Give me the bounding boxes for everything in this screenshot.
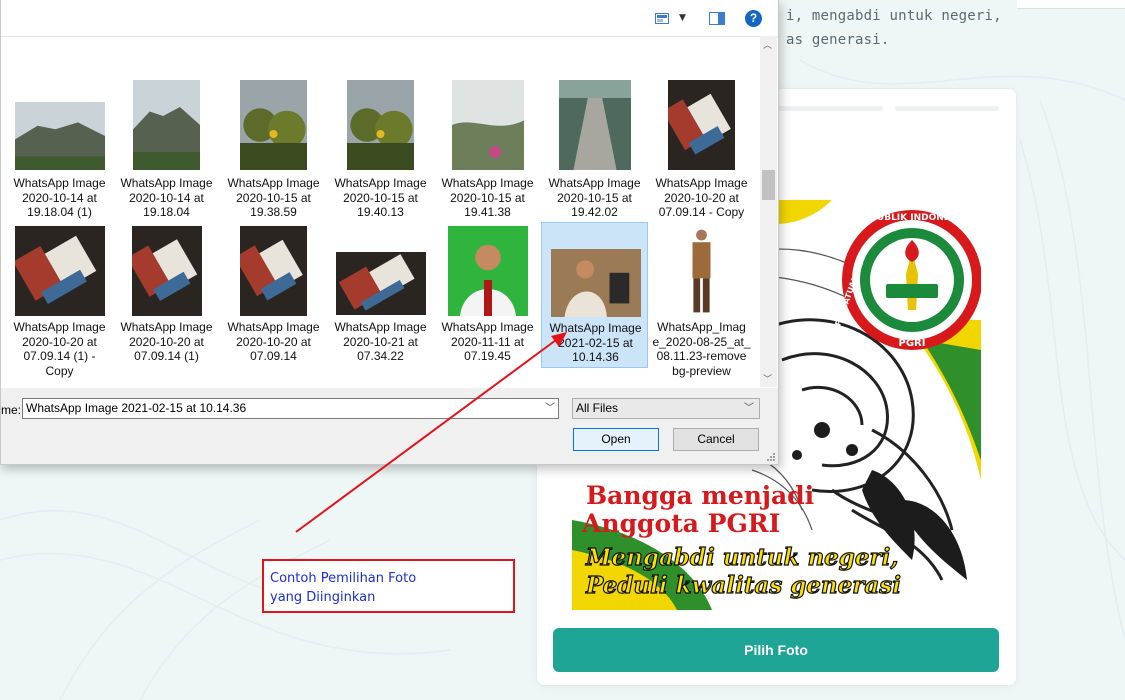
bg-intro-text-1: i, mengabdi untuk negeri,	[786, 8, 1002, 24]
file-name-label: me:	[1, 403, 22, 417]
photo-thumbnail-icon	[451, 80, 524, 170]
file-item-label: WhatsApp Image 2020-10-14 at 19.18.04 (1)	[13, 176, 106, 219]
seal-text-top: REPUBLIK INDONESIA	[857, 213, 967, 223]
file-item-label: WhatsApp Image 2020-10-15 at 19.42.02	[548, 176, 641, 219]
file-item-label: WhatsApp Image 2020-10-15 at 19.41.38	[441, 176, 534, 219]
file-open-dialog: ▼ ? WhatsApp Image2020-10-14 at19.18.03 …	[0, 0, 779, 465]
photo-thumbnail-icon	[447, 226, 528, 316]
file-item[interactable]: WhatsApp Image2020-10-14 at19.18.03 (3)	[113, 36, 220, 68]
file-item-label: WhatsApp Image 2020-10-15 at 19.40.13	[334, 176, 427, 219]
file-type-value: All Files	[576, 401, 619, 415]
view-menu-chevron-icon[interactable]: ▼	[679, 13, 686, 23]
photo-thumbnail-icon	[335, 252, 426, 315]
change-view-icon[interactable]	[655, 13, 669, 24]
file-name-dropdown-icon[interactable]: ﹀	[545, 399, 555, 418]
dialog-toolbar: ▼ ?	[1, 0, 778, 37]
file-grid: WhatsApp Image2020-10-14 at19.18.03 (2)W…	[1, 36, 760, 387]
file-item-label: WhatsApp Image 2020-10-15 at 19.38.59	[227, 176, 320, 219]
file-item[interactable]: WhatsApp Image2020-10-14 at19.18.03 (4)	[220, 36, 327, 68]
dialog-bottom-bar: me: WhatsApp Image 2021-02-15 at 10.14.3…	[1, 388, 778, 464]
photo-thumbnail-icon	[550, 249, 641, 317]
file-item[interactable]: WhatsApp Image2020-10-14 at19.18.03 (2)	[6, 36, 113, 68]
photo-thumbnail-icon	[558, 80, 631, 170]
top-bar-edge	[1017, 0, 1125, 9]
photo-thumbnail-icon	[347, 80, 414, 170]
card-step-bar-1	[773, 106, 883, 111]
file-item[interactable]: WhatsApp_Imag e_2020-08-25_at_ 08.11.23-re…	[648, 222, 755, 378]
photo-thumbnail-icon	[668, 80, 735, 170]
photo-thumbnail-icon	[240, 80, 307, 170]
file-item-label: WhatsApp_Imag e_2020-08-25_at_ 08.11.23-re…	[652, 320, 751, 378]
photo-thumbnail-icon	[679, 226, 724, 316]
file-grid-scrollbar[interactable]: ︿ ﹀	[760, 36, 777, 387]
seal-text-bottom: PGRI	[899, 338, 926, 349]
file-item[interactable]: WhatsApp Image2020-10-14 at19.18.03 (7)	[541, 36, 648, 68]
file-item-label: WhatsApp Image 2020-10-20 at 07.09.14	[227, 320, 320, 363]
photo-thumbnail-icon	[14, 226, 105, 316]
file-item[interactable]: WhatsApp Image2020-10-14 at19.18.03 (5)	[327, 36, 434, 68]
file-item[interactable]: WhatsApp Image2020-10-14 at19.18.03	[648, 36, 755, 68]
help-icon[interactable]: ?	[745, 10, 762, 27]
file-item[interactable]: WhatsApp Image 2020-10-15 at 19.41.38	[434, 78, 541, 222]
file-item-label: WhatsApp Image 2021-02-15 at 10.14.36	[549, 321, 642, 364]
file-item-label: WhatsApp Image 2020-10-20 at 07.09.14 - Co…	[655, 176, 748, 219]
photo-thumbnail-icon	[240, 226, 307, 316]
file-type-select[interactable]: All Files ﹀	[572, 398, 760, 419]
file-item[interactable]: WhatsApp Image 2020-10-20 at 07.09.14 (1) …	[6, 222, 113, 378]
file-item-label: WhatsApp Image 2020-11-11 at 07.19.45	[441, 320, 534, 363]
photo-thumbnail-icon	[131, 226, 202, 316]
file-item[interactable]: WhatsApp Image2020-10-14 at19.18.03 (6)	[434, 36, 541, 68]
scroll-up-icon[interactable]: ︿	[763, 38, 772, 51]
file-item[interactable]: WhatsApp Image 2020-10-14 at 19.18.04 (1)	[6, 78, 113, 222]
card-step-bar-2	[895, 106, 999, 111]
file-item[interactable]: WhatsApp Image 2020-10-15 at 19.42.02	[541, 78, 648, 222]
photo-thumbnail-icon	[133, 80, 200, 170]
file-type-dropdown-icon[interactable]: ﹀	[744, 399, 754, 418]
file-item-label: WhatsApp Image 2020-10-21 at 07.34.22	[334, 320, 427, 363]
file-item-label: WhatsApp Image 2020-10-20 at 07.09.14 (1)	[120, 320, 213, 363]
file-item[interactable]: WhatsApp Image 2020-10-20 at 07.09.14 (1)	[113, 222, 220, 368]
file-item[interactable]: WhatsApp Image 2020-10-14 at 19.18.04	[113, 78, 220, 222]
file-item[interactable]: WhatsApp Image 2020-11-11 at 07.19.45	[434, 222, 541, 368]
file-name-value: WhatsApp Image 2021-02-15 at 10.14.36	[26, 401, 247, 415]
pgri-seal-logo	[842, 210, 981, 350]
file-item[interactable]: WhatsApp Image 2020-10-15 at 19.38.59	[220, 78, 327, 222]
open-button[interactable]: Open	[573, 428, 659, 451]
photo-thumbnail-icon	[14, 102, 105, 170]
bg-intro-text-2: as generasi.	[786, 32, 890, 48]
preview-pane-icon[interactable]	[709, 12, 725, 25]
callout-line-2: yang Diinginkan	[270, 590, 376, 605]
file-item-label: WhatsApp Image 2020-10-20 at 07.09.14 (1) …	[13, 320, 106, 378]
poster-headline-2: Anggota PGRI	[581, 509, 780, 538]
cancel-button[interactable]: Cancel	[673, 428, 759, 451]
choose-photo-button[interactable]: Pilih Foto	[553, 628, 999, 672]
callout-line-1: Contoh Pemilihan Foto	[270, 571, 417, 586]
file-item-label: WhatsApp Image 2020-10-14 at 19.18.04	[120, 176, 213, 219]
file-name-input[interactable]: WhatsApp Image 2021-02-15 at 10.14.36 ﹀	[22, 398, 559, 419]
file-item[interactable]: WhatsApp Image 2020-10-20 at 07.09.14 - Co…	[648, 78, 755, 222]
file-item[interactable]: WhatsApp Image 2020-10-20 at 07.09.14	[220, 222, 327, 368]
annotation-callout: Contoh Pemilihan Foto yang Diinginkan	[262, 559, 515, 613]
poster-tagline-2: Peduli kwalitas generasi	[585, 572, 901, 599]
file-item[interactable]: WhatsApp Image 2020-10-15 at 19.40.13	[327, 78, 434, 222]
poster-tagline-1: Mengabdi untuk negeri,	[585, 544, 898, 571]
file-item[interactable]: WhatsApp Image 2021-02-15 at 10.14.36	[541, 222, 648, 368]
scrollbar-thumb[interactable]	[762, 170, 775, 200]
scroll-down-icon[interactable]: ﹀	[763, 372, 772, 385]
resize-grip-icon[interactable]	[766, 452, 776, 462]
file-item[interactable]: WhatsApp Image 2020-10-21 at 07.34.22	[327, 222, 434, 368]
poster-headline-1: Bangga menjadi	[586, 481, 814, 510]
